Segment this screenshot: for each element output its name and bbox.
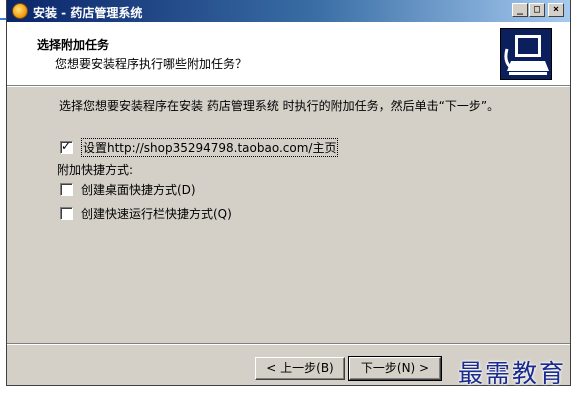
back-button[interactable]: < 上一步(B)	[255, 357, 345, 380]
quicklaunch-shortcut-option[interactable]: 创建快速运行栏快捷方式(Q)	[60, 205, 232, 222]
set-homepage-option[interactable]: ✓ 设置http://shop35294798.taobao.com/主页	[60, 138, 339, 157]
page-title: 选择附加任务	[37, 38, 110, 52]
shortcut-section-label: 附加快捷方式:	[57, 163, 134, 177]
installer-computer-icon	[500, 28, 552, 80]
desktop-shortcut-label[interactable]: 创建桌面快捷方式(D)	[81, 181, 196, 198]
watermark: 最需教育	[458, 359, 567, 388]
window-title: 安装 - 药店管理系统	[33, 6, 143, 20]
set-homepage-checkbox[interactable]: ✓	[60, 139, 73, 154]
page-subtitle: 您想要安装程序执行哪些附加任务？	[55, 57, 248, 71]
maximize-button[interactable]: □	[529, 3, 545, 17]
quicklaunch-shortcut-checkbox[interactable]	[60, 207, 73, 220]
header-divider	[7, 86, 570, 87]
desktop-shortcut-option[interactable]: 创建桌面快捷方式(D)	[60, 181, 196, 198]
checkmark-icon: ✓	[61, 139, 72, 153]
minimize-button[interactable]: _	[512, 3, 528, 17]
next-button[interactable]: 下一步(N) >	[348, 356, 442, 381]
installer-window: 安装 - 药店管理系统 _ □ × 选择附加任务 您想要安装程序执行哪些附加任务…	[6, 0, 571, 386]
footer-divider-highlight	[7, 344, 570, 345]
app-icon[interactable]	[12, 3, 28, 19]
set-homepage-label[interactable]: 设置http://shop35294798.taobao.com/主页	[81, 138, 339, 157]
title-bar[interactable]: 安装 - 药店管理系统 _ □ ×	[7, 0, 570, 22]
wizard-header: 选择附加任务 您想要安装程序执行哪些附加任务？	[7, 22, 570, 86]
close-button[interactable]: ×	[548, 3, 564, 17]
desktop-shortcut-checkbox[interactable]	[60, 183, 73, 196]
quicklaunch-shortcut-label[interactable]: 创建快速运行栏快捷方式(Q)	[81, 205, 232, 222]
task-description: 选择您想要安装程序在安装 药店管理系统 时执行的附加任务，然后单击“下一步”。	[59, 99, 500, 113]
